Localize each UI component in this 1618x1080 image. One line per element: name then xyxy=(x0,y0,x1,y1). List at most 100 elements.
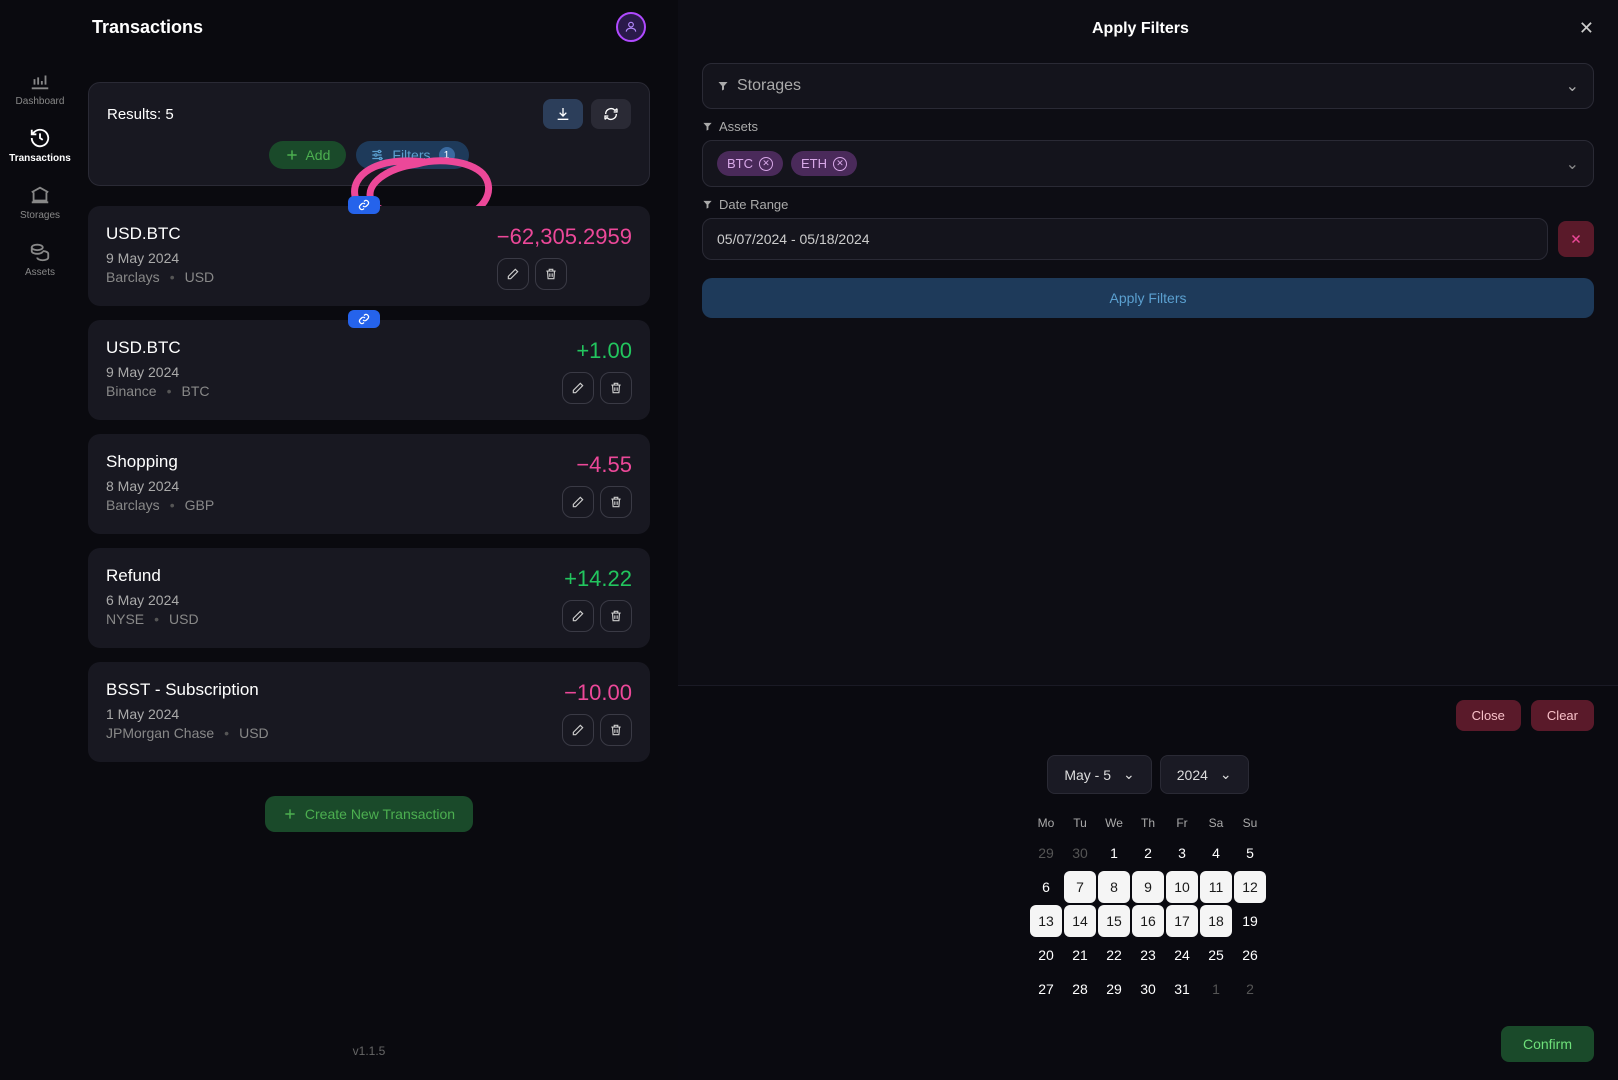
calendar-day[interactable]: 27 xyxy=(1030,973,1062,1005)
calendar-dayname: Th xyxy=(1131,810,1165,836)
chip-remove[interactable]: ✕ xyxy=(759,157,773,171)
filter-count-badge: 1 xyxy=(439,147,455,163)
history-icon xyxy=(29,127,51,149)
calendar-day[interactable]: 24 xyxy=(1166,939,1198,971)
edit-button[interactable] xyxy=(562,486,594,518)
calendar-day[interactable]: 1 xyxy=(1098,837,1130,869)
calendar-day[interactable]: 29 xyxy=(1098,973,1130,1005)
edit-button[interactable] xyxy=(562,600,594,632)
calendar-day[interactable]: 8 xyxy=(1098,871,1130,903)
nav-dashboard[interactable]: Dashboard xyxy=(16,70,65,107)
assets-label: Assets xyxy=(702,119,1594,134)
delete-button[interactable] xyxy=(600,372,632,404)
calendar-day[interactable]: 22 xyxy=(1098,939,1130,971)
results-bar: Results: 5 Add Filters 1 xyxy=(88,82,650,186)
apply-filters-button[interactable]: Apply Filters xyxy=(702,278,1594,318)
filter-icon xyxy=(717,80,729,92)
tx-amount: +14.22 xyxy=(562,566,632,592)
nav-label: Dashboard xyxy=(16,96,65,107)
filters-button[interactable]: Filters 1 xyxy=(356,141,468,169)
calendar-day[interactable]: 30 xyxy=(1132,973,1164,1005)
assets-dropdown[interactable]: BTC✕ETH✕ ⌄ xyxy=(702,140,1594,187)
calendar-day[interactable]: 4 xyxy=(1200,837,1232,869)
add-label: Add xyxy=(305,147,330,163)
calendar-day[interactable]: 21 xyxy=(1064,939,1096,971)
edit-button[interactable] xyxy=(562,714,594,746)
calendar-day[interactable]: 13 xyxy=(1030,905,1062,937)
calendar-day[interactable]: 6 xyxy=(1030,871,1062,903)
transaction-card[interactable]: BSST - Subscription 1 May 2024 JPMorgan … xyxy=(88,662,650,762)
daterange-label: Date Range xyxy=(702,197,1594,212)
calendar-day[interactable]: 28 xyxy=(1064,973,1096,1005)
main: Transactions Results: 5 Add xyxy=(80,0,670,1080)
calendar-day[interactable]: 31 xyxy=(1166,973,1198,1005)
delete-button[interactable] xyxy=(600,600,632,632)
refresh-button[interactable] xyxy=(591,99,631,129)
calendar-dayname: Mo xyxy=(1029,810,1063,836)
tx-title: USD.BTC xyxy=(106,224,214,244)
calendar-day[interactable]: 2 xyxy=(1234,973,1266,1005)
calendar-day[interactable]: 9 xyxy=(1132,871,1164,903)
calendar-day[interactable]: 26 xyxy=(1234,939,1266,971)
calendar-day[interactable]: 17 xyxy=(1166,905,1198,937)
nav-transactions[interactable]: Transactions xyxy=(9,127,71,164)
delete-button[interactable] xyxy=(535,258,567,290)
calendar-clear-button[interactable]: Clear xyxy=(1531,700,1594,731)
coins-icon xyxy=(29,241,51,263)
calendar-day[interactable]: 12 xyxy=(1234,871,1266,903)
tx-amount: −62,305.2959 xyxy=(497,224,632,250)
calendar-day[interactable]: 19 xyxy=(1234,905,1266,937)
calendar-dayname: Su xyxy=(1233,810,1267,836)
year-select[interactable]: 2024 ⌄ xyxy=(1160,755,1249,794)
transaction-list: USD.BTC 9 May 2024 Barclays•USD −62,305.… xyxy=(88,206,650,776)
delete-button[interactable] xyxy=(600,486,632,518)
daterange-input[interactable]: 05/07/2024 - 05/18/2024 xyxy=(702,218,1548,260)
chevron-down-icon: ⌄ xyxy=(1566,76,1579,96)
add-button[interactable]: Add xyxy=(269,141,346,169)
calendar-day[interactable]: 7 xyxy=(1064,871,1096,903)
transaction-card[interactable]: USD.BTC 9 May 2024 Barclays•USD −62,305.… xyxy=(88,206,650,306)
create-transaction-button[interactable]: Create New Transaction xyxy=(265,796,473,832)
calendar-day[interactable]: 11 xyxy=(1200,871,1232,903)
header: Transactions xyxy=(88,12,650,42)
clear-date-button[interactable] xyxy=(1558,221,1594,257)
delete-button[interactable] xyxy=(600,714,632,746)
edit-button[interactable] xyxy=(562,372,594,404)
calendar-day[interactable]: 25 xyxy=(1200,939,1232,971)
calendar-day[interactable]: 30 xyxy=(1064,837,1096,869)
download-button[interactable] xyxy=(543,99,583,129)
transaction-card[interactable]: USD.BTC 9 May 2024 Binance•BTC +1.00 xyxy=(88,320,650,420)
filter-icon xyxy=(702,121,713,132)
calendar-day[interactable]: 10 xyxy=(1166,871,1198,903)
calendar-day[interactable]: 3 xyxy=(1166,837,1198,869)
calendar-day[interactable]: 5 xyxy=(1234,837,1266,869)
avatar-button[interactable] xyxy=(616,12,646,42)
nav-storages[interactable]: Storages xyxy=(20,184,60,221)
calendar-panel: Close Clear May - 5 ⌄ 2024 ⌄ MoTuWeThFrS… xyxy=(678,685,1618,1080)
month-select[interactable]: May - 5 ⌄ xyxy=(1047,755,1151,794)
tx-amount: −10.00 xyxy=(562,680,632,706)
edit-button[interactable] xyxy=(497,258,529,290)
calendar-confirm-button[interactable]: Confirm xyxy=(1501,1026,1594,1062)
nav-label: Assets xyxy=(25,267,55,278)
calendar-day[interactable]: 1 xyxy=(1200,973,1232,1005)
calendar-close-button[interactable]: Close xyxy=(1456,700,1521,731)
storages-label: Storages xyxy=(737,77,801,95)
calendar-day[interactable]: 29 xyxy=(1030,837,1062,869)
calendar-day[interactable]: 18 xyxy=(1200,905,1232,937)
transaction-card[interactable]: Shopping 8 May 2024 Barclays•GBP −4.55 xyxy=(88,434,650,534)
filter-icon xyxy=(702,199,713,210)
plus-icon xyxy=(283,807,297,821)
chip-remove[interactable]: ✕ xyxy=(833,157,847,171)
calendar-day[interactable]: 16 xyxy=(1132,905,1164,937)
calendar-day[interactable]: 23 xyxy=(1132,939,1164,971)
calendar-day[interactable]: 20 xyxy=(1030,939,1062,971)
chevron-down-icon: ⌄ xyxy=(1220,766,1232,783)
calendar-day[interactable]: 2 xyxy=(1132,837,1164,869)
storages-dropdown[interactable]: Storages ⌄ xyxy=(702,63,1594,109)
transaction-card[interactable]: Refund 6 May 2024 NYSE•USD +14.22 xyxy=(88,548,650,648)
calendar-day[interactable]: 14 xyxy=(1064,905,1096,937)
close-panel-button[interactable]: ✕ xyxy=(1579,18,1594,39)
calendar-day[interactable]: 15 xyxy=(1098,905,1130,937)
nav-assets[interactable]: Assets xyxy=(25,241,55,278)
